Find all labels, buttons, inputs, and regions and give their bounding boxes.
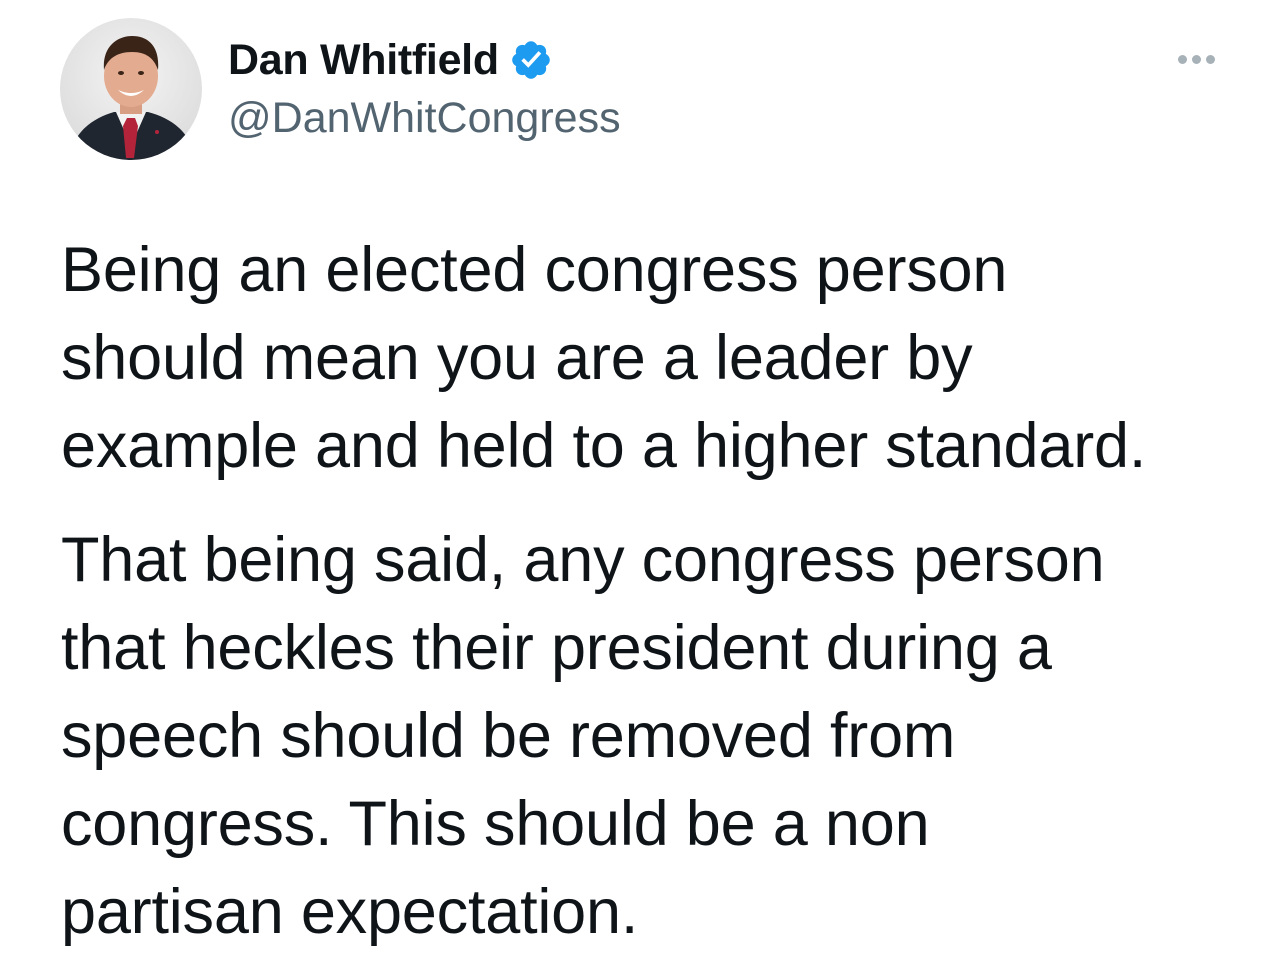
more-dot [1177,54,1187,64]
author-avatar[interactable] [60,18,202,160]
author-handle[interactable]: @DanWhitCongress [228,94,621,143]
tweet-card: Dan Whitfield @DanWhitCongress Being an … [0,0,1284,950]
tweet-line: that heckles their president during a [61,613,1052,683]
tweet-line: congress. This should be a non [61,789,930,859]
more-horizontal-icon[interactable] [1170,44,1222,74]
tweet-line: speech should be removed from [61,701,956,771]
tweet-line: Being an elected congress person [61,235,1008,305]
author-name-row[interactable]: Dan Whitfield [228,34,553,86]
avatar-photo [60,18,202,160]
author-display-name[interactable]: Dan Whitfield [228,36,499,85]
verified-badge-icon [509,38,553,82]
tweet-text: Being an elected congress person should … [61,226,1251,947]
more-dot [1205,54,1215,64]
tweet-line: That being said, any congress person [61,525,1105,595]
tweet-line: partisan expectation. [61,877,639,947]
tweet-paragraph-2: That being said, any congress person tha… [61,516,1105,956]
tweet-line: example and held to a higher standard. [61,411,1147,481]
tweet-line: should mean you are a leader by [61,323,973,393]
more-dot [1191,54,1201,64]
tweet-paragraph-1: Being an elected congress person should … [61,226,1251,490]
